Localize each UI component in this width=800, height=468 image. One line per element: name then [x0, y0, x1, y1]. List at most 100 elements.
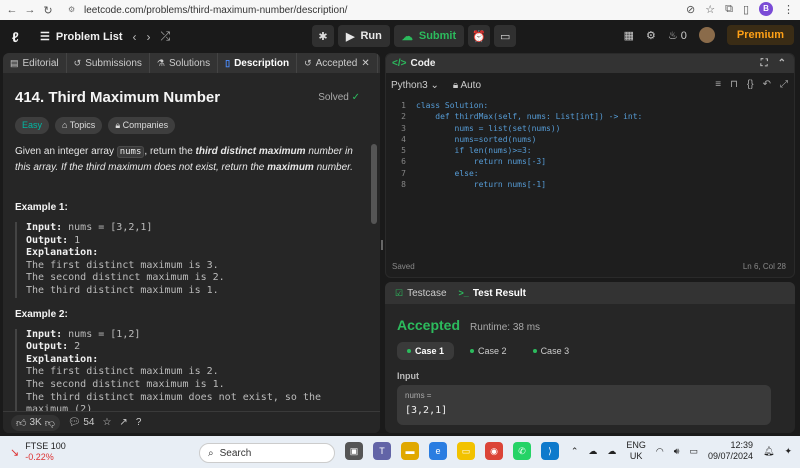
maximize-icon[interactable]: ⛶: [761, 58, 768, 69]
streak-count: 0: [680, 29, 687, 42]
reset-icon[interactable]: ⤢: [780, 79, 788, 90]
chrome-icon[interactable]: ◉: [485, 442, 503, 460]
stock-change: -0.22%: [25, 452, 54, 462]
search-icon: ⌕: [208, 447, 214, 459]
forward-icon[interactable]: →: [24, 4, 36, 16]
reload-icon[interactable]: ↻: [42, 4, 54, 17]
auto-mode[interactable]: 🔒︎ Auto: [453, 80, 481, 91]
trend-down-icon: ↘: [10, 446, 20, 459]
like-button[interactable]: 👍︎ 3K 👎︎: [11, 414, 60, 431]
tab-editorial[interactable]: ▤ Editorial: [3, 53, 67, 73]
submit-button[interactable]: ☁ Submit: [393, 25, 465, 47]
vscode-icon[interactable]: ⟩: [541, 442, 559, 460]
input-var-value: [3,2,1]: [405, 405, 448, 416]
run-button[interactable]: ▶ Run: [338, 25, 390, 47]
notification-bell-icon[interactable]: 🔔︎: [763, 446, 774, 457]
task-view-icon[interactable]: ▣: [345, 442, 363, 460]
undo-icon[interactable]: ↶: [763, 79, 771, 90]
teams-icon[interactable]: T: [373, 442, 391, 460]
panel-splitter[interactable]: [381, 240, 383, 250]
folder-icon[interactable]: ▭: [457, 442, 475, 460]
format-icon[interactable]: ≡: [715, 79, 721, 90]
copilot-icon[interactable]: ✦: [784, 446, 792, 457]
address-bar[interactable]: ⚙ leetcode.com/problems/third-maximum-nu…: [68, 3, 347, 17]
case-tab[interactable]: Case 1: [397, 342, 455, 360]
taskbar-search[interactable]: ⌕ Search: [199, 443, 335, 463]
volume-icon[interactable]: 🔊︎: [674, 446, 680, 457]
tag-icon: ⌂: [62, 120, 68, 130]
menu-icon[interactable]: ⋮: [783, 3, 794, 16]
user-avatar[interactable]: [698, 27, 715, 43]
onedrive-icon[interactable]: ☁: [607, 446, 616, 457]
problem-list-button[interactable]: ☰ Problem List: [40, 30, 123, 44]
shuffle-icon[interactable]: ⤮: [161, 29, 171, 44]
debug-button[interactable]: ✱: [312, 25, 334, 47]
battery-icon[interactable]: ▭: [689, 446, 698, 457]
share-icon[interactable]: ↗: [119, 417, 127, 428]
favorite-star-icon[interactable]: ☆: [102, 417, 111, 428]
test-tab-bar: ☑ Testcase >_ Test Result: [385, 282, 795, 304]
thumbs-down-icon[interactable]: 👎︎: [45, 417, 55, 429]
pass-dot-icon: [407, 349, 411, 353]
code-text: nums = list(set(nums)): [416, 123, 561, 133]
settings-gear-icon[interactable]: ⚙: [646, 29, 656, 42]
cloud-icon[interactable]: ☁: [588, 446, 597, 457]
topics-tag[interactable]: ⌂ Topics: [55, 117, 103, 134]
next-problem-icon[interactable]: ›: [147, 30, 151, 44]
tab-accepted[interactable]: ↺ Accepted ✕: [297, 53, 378, 73]
comments-button[interactable]: 💬︎ 54: [68, 417, 95, 428]
clock[interactable]: 12:39 09/07/2024: [708, 440, 753, 462]
help-icon[interactable]: ?: [136, 417, 142, 428]
whatsapp-icon[interactable]: ✆: [513, 442, 531, 460]
code-text: def thirdMax(self, nums: List[int]) -> i…: [416, 112, 643, 122]
code-line: 8 return nums[-1]: [386, 179, 794, 190]
site-info-icon[interactable]: ⚙: [68, 5, 78, 15]
eye-off-icon[interactable]: ⊘: [686, 3, 695, 16]
code-line: 1 class Solution:: [386, 100, 794, 111]
case-tab[interactable]: Case 2: [460, 342, 517, 360]
premium-button[interactable]: Premium: [726, 25, 794, 45]
tab-testcase[interactable]: ☑ Testcase: [389, 288, 453, 299]
bug-icon: ✱: [318, 30, 328, 43]
thumbs-up-icon: 👍︎: [16, 417, 27, 429]
code-line: 2 def thirdMax(self, nums: List[int]) ->…: [386, 111, 794, 122]
tab-test-result[interactable]: >_ Test Result: [453, 288, 532, 299]
stock-widget[interactable]: ↘ FTSE 100 -0.22%: [10, 441, 66, 463]
back-icon[interactable]: ←: [6, 4, 18, 16]
book-icon: ▤: [10, 57, 19, 68]
browser-toolbar: ← → ↻ ⚙ leetcode.com/problems/third-maxi…: [0, 0, 800, 20]
code-editor[interactable]: 1 class Solution: 2 def thirdMax(self, nu…: [386, 97, 794, 190]
notes-button[interactable]: ▭: [494, 25, 517, 47]
edge-icon[interactable]: e: [429, 442, 447, 460]
example-explanation-label: Explanation:: [26, 353, 99, 365]
layout-grid-icon[interactable]: ▦: [624, 29, 634, 42]
description-scrollbar[interactable]: [371, 144, 377, 224]
chevron-up-icon[interactable]: ⌃: [571, 446, 579, 457]
language-indicator[interactable]: ENG UK: [626, 440, 646, 462]
prev-problem-icon[interactable]: ‹: [133, 30, 137, 44]
bookmark-icon[interactable]: ⊓: [730, 79, 738, 90]
sidebar-icon[interactable]: ▯: [743, 3, 749, 16]
companies-tag[interactable]: 🔒︎ Companies: [108, 117, 176, 134]
line-number: 4: [401, 134, 406, 144]
bookmark-star-icon[interactable]: ☆: [705, 3, 715, 16]
leetcode-logo-icon[interactable]: ℓ: [12, 29, 26, 45]
tab-submissions[interactable]: ↺ Submissions: [67, 53, 150, 73]
tab-solutions[interactable]: ⚗ Solutions: [150, 53, 219, 73]
extensions-icon[interactable]: ⧉: [725, 3, 733, 16]
close-tab-icon[interactable]: ✕: [361, 58, 369, 69]
flame-icon: ♨: [667, 29, 678, 42]
chevron-up-icon[interactable]: ⌃: [778, 58, 786, 69]
line-number: 2: [401, 112, 406, 122]
timer-button[interactable]: ⏰: [468, 25, 491, 47]
tab-description[interactable]: ▯ Description: [218, 53, 298, 73]
profile-avatar[interactable]: B: [759, 2, 773, 16]
desc-text-1: Given an integer array: [15, 146, 117, 157]
example-output-label: Output:: [26, 341, 69, 353]
wifi-icon[interactable]: ◠: [656, 446, 664, 457]
case-tab[interactable]: Case 3: [523, 342, 580, 360]
streak-counter[interactable]: ♨ 0: [668, 29, 687, 42]
file-explorer-icon[interactable]: ▬: [401, 442, 419, 460]
braces-icon[interactable]: {}: [747, 79, 754, 90]
language-select[interactable]: Python3 ⌄: [391, 80, 439, 91]
